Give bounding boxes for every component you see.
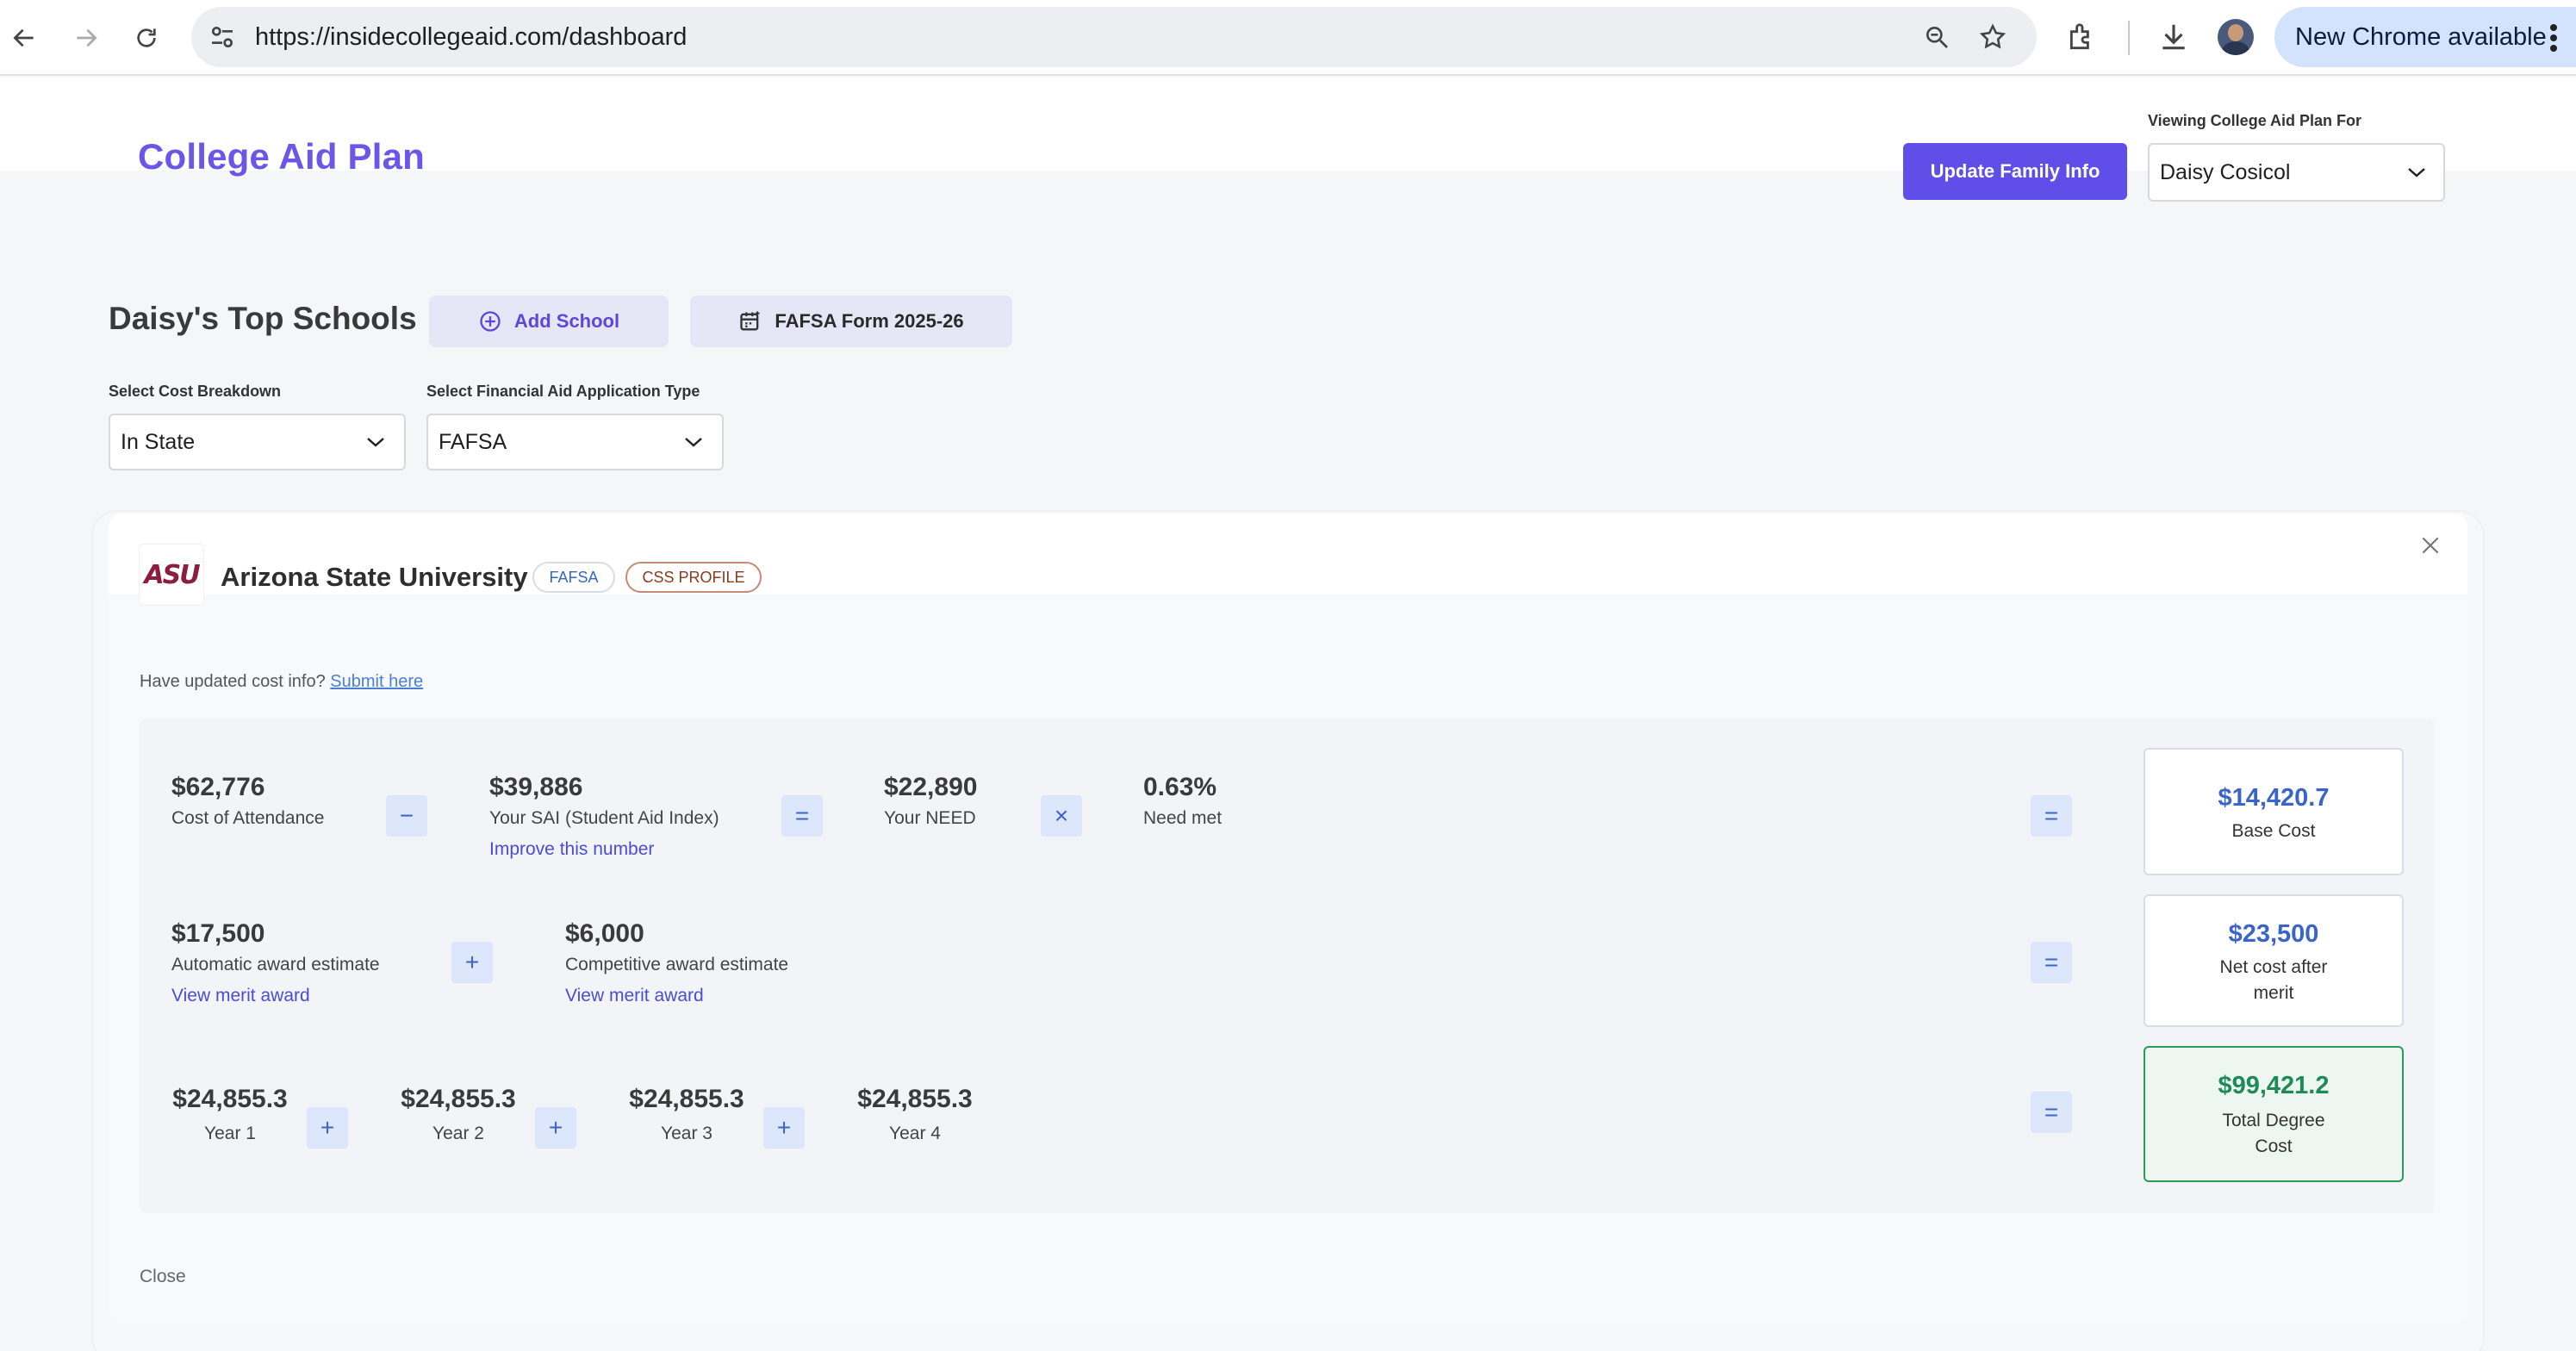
year-4-value: $24,855.3 xyxy=(857,1085,973,1113)
year-3-value: $24,855.3 xyxy=(629,1085,744,1113)
zoom-icon[interactable] xyxy=(1923,23,1951,51)
update-family-info-button[interactable]: Update Family Info xyxy=(1903,143,2127,200)
base-cost-value: $14,420.7 xyxy=(2218,784,2330,812)
calendar-icon xyxy=(740,311,760,331)
submit-here-link[interactable]: Submit here xyxy=(330,672,423,691)
student-select-value: Daisy Cosicol xyxy=(2160,160,2291,184)
chevron-down-icon xyxy=(2408,168,2425,177)
plus-operator: + xyxy=(307,1107,348,1149)
net-cost-box: $23,500 Net cost after merit xyxy=(2144,894,2404,1027)
back-icon[interactable] xyxy=(3,17,45,59)
year-1-value: $24,855.3 xyxy=(172,1085,288,1113)
cost-of-attendance-label: Cost of Attendance xyxy=(171,808,325,828)
badge-fafsa: FAFSA xyxy=(532,562,615,593)
updated-cost-note: Have updated cost info? Submit here xyxy=(140,672,423,692)
extensions-icon[interactable] xyxy=(2066,21,2099,53)
toolbar-divider xyxy=(2128,21,2130,55)
plus-operator: + xyxy=(451,942,493,983)
fafsa-form-button[interactable]: FAFSA Form 2025-26 xyxy=(690,296,1012,347)
site-settings-icon[interactable] xyxy=(208,23,236,51)
improve-number-link[interactable]: Improve this number xyxy=(489,839,654,860)
plus-circle-icon xyxy=(480,311,501,332)
add-school-button[interactable]: Add School xyxy=(429,296,669,347)
forward-icon[interactable] xyxy=(65,17,107,59)
automatic-award-value: $17,500 xyxy=(171,919,265,948)
base-cost-box: $14,420.7 Base Cost xyxy=(2144,748,2404,875)
net-cost-label-line1: Net cost after xyxy=(2219,957,2328,977)
base-cost-label: Base Cost xyxy=(2231,821,2316,841)
chrome-update-button[interactable]: New Chrome available xyxy=(2274,7,2576,67)
page-root: https://insidecollegeaid.com/dashboard N… xyxy=(0,0,2576,1351)
view-merit-award-link[interactable]: View merit award xyxy=(565,986,704,1006)
school-name: Arizona State University xyxy=(221,562,528,592)
year-4-label: Year 4 xyxy=(889,1124,941,1143)
student-select[interactable]: Daisy Cosicol xyxy=(2148,143,2445,202)
view-merit-award-link[interactable]: View merit award xyxy=(171,986,310,1006)
bookmark-star-icon[interactable] xyxy=(1978,22,2007,52)
need-value: $22,890 xyxy=(884,773,978,801)
total-degree-cost-box: $99,421.2 Total Degree Cost xyxy=(2144,1046,2404,1182)
address-bar[interactable]: https://insidecollegeaid.com/dashboard xyxy=(191,7,2037,67)
chrome-update-label: New Chrome available xyxy=(2295,23,2547,51)
school-logo: ASU xyxy=(140,545,203,605)
equals-operator: = xyxy=(781,795,823,837)
equals-operator: = xyxy=(2031,795,2072,837)
updated-cost-text: Have updated cost info? xyxy=(140,672,326,691)
total-degree-cost-label-line2: Cost xyxy=(2255,1136,2293,1156)
school-logo-text: ASU xyxy=(144,559,200,590)
minus-operator: − xyxy=(386,795,427,837)
equals-operator: = xyxy=(2031,942,2072,983)
automatic-award-label: Automatic award estimate xyxy=(171,955,380,974)
cost-breakdown-label: Select Cost Breakdown xyxy=(109,383,282,400)
fafsa-form-label: FAFSA Form 2025-26 xyxy=(775,310,964,332)
chevron-down-icon xyxy=(367,438,384,447)
schools-title: Daisy's Top Schools xyxy=(109,301,417,336)
cost-breakdown-value: In State xyxy=(121,430,196,454)
profile-avatar[interactable] xyxy=(2218,19,2254,55)
download-icon[interactable] xyxy=(2157,21,2190,53)
more-vert-icon[interactable] xyxy=(2548,22,2559,53)
multiply-operator: × xyxy=(1041,795,1082,837)
competitive-award-label: Competitive award estimate xyxy=(565,955,789,974)
need-label: Your NEED xyxy=(884,808,976,828)
year-3-label: Year 3 xyxy=(661,1124,712,1143)
aid-type-label: Select Financial Aid Application Type xyxy=(426,383,700,400)
cost-of-attendance-value: $62,776 xyxy=(171,773,265,801)
brand-title[interactable]: College Aid Plan xyxy=(138,136,425,177)
chevron-down-icon xyxy=(685,438,702,447)
close-card-link[interactable]: Close xyxy=(140,1267,186,1287)
net-cost-value: $23,500 xyxy=(2228,920,2319,948)
viewing-plan-label: Viewing College Aid Plan For xyxy=(2148,112,2362,129)
total-degree-cost-label-line1: Total Degree xyxy=(2222,1111,2325,1130)
browser-toolbar: https://insidecollegeaid.com/dashboard N… xyxy=(0,0,2576,76)
cost-breakdown-select[interactable]: In State xyxy=(109,414,406,470)
need-met-value: 0.63% xyxy=(1143,773,1217,801)
competitive-award-value: $6,000 xyxy=(565,919,644,948)
sai-value: $39,886 xyxy=(489,773,583,801)
aid-type-value: FAFSA xyxy=(439,430,507,454)
year-2-label: Year 2 xyxy=(432,1124,484,1143)
close-icon[interactable] xyxy=(2419,534,2442,557)
year-2-value: $24,855.3 xyxy=(401,1085,516,1113)
reload-icon[interactable] xyxy=(126,17,167,59)
year-1-label: Year 1 xyxy=(204,1124,256,1143)
plus-operator: + xyxy=(535,1107,576,1149)
badge-css-profile: CSS PROFILE xyxy=(625,562,762,593)
net-cost-label-line2: merit xyxy=(2253,983,2294,1003)
sai-label: Your SAI (Student Aid Index) xyxy=(489,808,719,828)
plus-operator: + xyxy=(763,1107,805,1149)
need-met-label: Need met xyxy=(1143,808,1223,828)
url-text[interactable]: https://insidecollegeaid.com/dashboard xyxy=(255,7,687,67)
equals-operator: = xyxy=(2031,1092,2072,1133)
aid-type-select[interactable]: FAFSA xyxy=(426,414,724,470)
total-degree-cost-value: $99,421.2 xyxy=(2218,1072,2330,1099)
add-school-label: Add School xyxy=(513,310,620,332)
